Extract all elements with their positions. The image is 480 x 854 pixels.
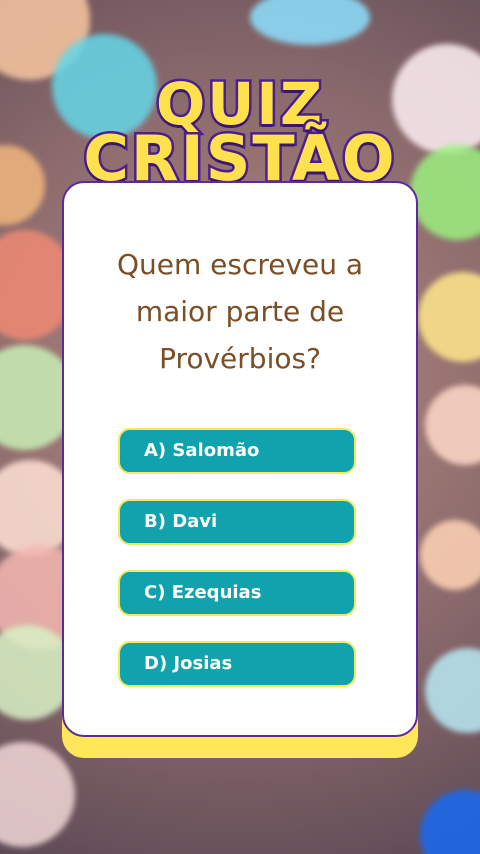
answer-option-d[interactable]: D) Josias — [118, 641, 356, 687]
bokeh-light — [420, 520, 480, 590]
answer-option-b[interactable]: B) Davi — [118, 499, 356, 545]
bokeh-light — [250, 0, 370, 45]
bokeh-light — [418, 272, 480, 362]
bokeh-light — [425, 385, 480, 465]
answer-option-c[interactable]: C) Ezequias — [118, 570, 356, 616]
question-text: Quem escreveu a maior parte de Provérbio… — [116, 248, 364, 375]
bokeh-light — [0, 742, 75, 847]
answer-option-a[interactable]: A) Salomão — [118, 428, 356, 474]
bokeh-light — [425, 648, 480, 733]
question-card: Quem escreveu a maior parte de Provérbio… — [62, 181, 418, 737]
bokeh-light — [420, 790, 480, 854]
